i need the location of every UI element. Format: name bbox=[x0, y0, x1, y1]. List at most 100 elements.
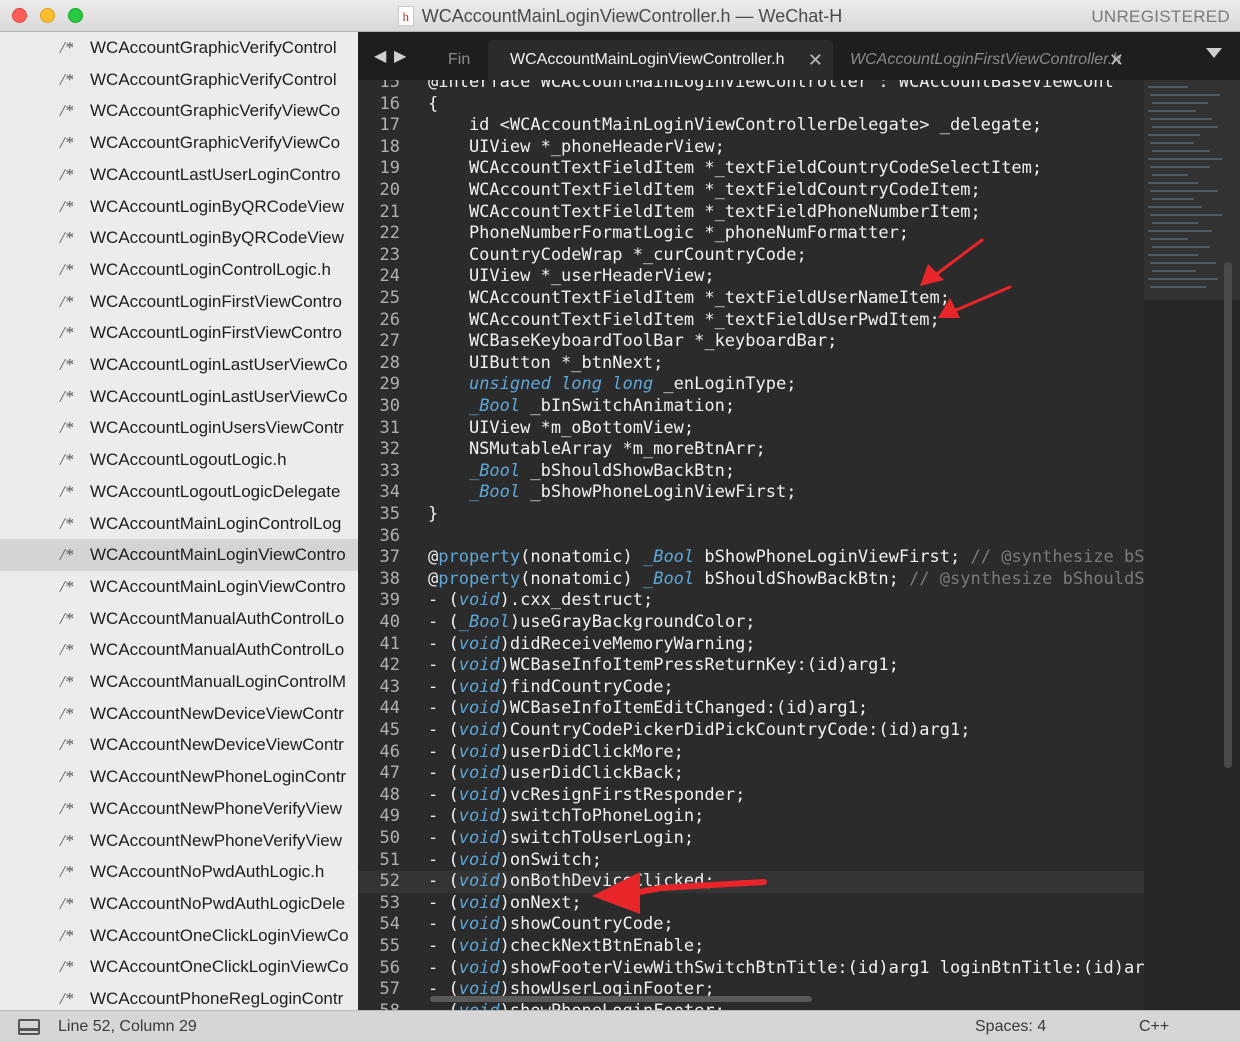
sidebar-file-item[interactable]: /* WCAccountNewPhoneVerifyView bbox=[0, 825, 358, 857]
sidebar-file-item[interactable]: /* WCAccountLogoutLogic.h bbox=[0, 444, 358, 476]
code-text: - (void)WCBaseInfoItemEditChanged:(id)ar… bbox=[428, 698, 868, 720]
code-line[interactable]: 48 - (void)vcResignFirstResponder; bbox=[358, 785, 1144, 807]
file-type-icon: /* bbox=[60, 481, 74, 501]
sidebar-file-item[interactable]: /* WCAccountLoginLastUserViewCo bbox=[0, 381, 358, 413]
code-line[interactable]: 15 @interface WCAccountMainLoginViewContr… bbox=[358, 80, 1144, 94]
vertical-scrollbar[interactable] bbox=[1224, 262, 1232, 768]
code-line[interactable]: 50 - (void)switchToUserLogin; bbox=[358, 828, 1144, 850]
code-line[interactable]: 20 WCAccountTextFieldItem *_textFieldCou… bbox=[358, 180, 1144, 202]
code-line[interactable]: 36 bbox=[358, 526, 1144, 548]
tab-login-first-header[interactable]: WCAccountLoginFirstViewController.h ✕ bbox=[834, 40, 1134, 80]
code-line[interactable]: 26 WCAccountTextFieldItem *_textFieldUse… bbox=[358, 310, 1144, 332]
code-text: - (void)vcResignFirstResponder; bbox=[428, 785, 745, 807]
code-text: - (void)showPhoneLoginFooter; bbox=[428, 1001, 725, 1010]
sidebar-file-item[interactable]: /* WCAccountManualAuthControlLo bbox=[0, 634, 358, 666]
code-line[interactable]: 27 WCBaseKeyboardToolBar *_keyboardBar; bbox=[358, 331, 1144, 353]
code-line[interactable]: 31 UIView *m_oBottomView; bbox=[358, 418, 1144, 440]
code-line[interactable]: 58 - (void)showPhoneLoginFooter; bbox=[358, 1001, 1144, 1010]
code-line[interactable]: 45 - (void)CountryCodePickerDidPickCountr… bbox=[358, 720, 1144, 742]
close-tab-icon[interactable]: ✕ bbox=[1109, 40, 1124, 80]
code-line[interactable]: 23 CountryCodeWrap *_curCountryCode; bbox=[358, 245, 1144, 267]
indentation-setting[interactable]: Spaces: 4 bbox=[975, 1018, 1046, 1036]
sidebar-file-item[interactable]: /* WCAccountMainLoginViewContro bbox=[0, 571, 358, 603]
sidebar-file-item[interactable]: /* WCAccountNewPhoneVerifyView bbox=[0, 793, 358, 825]
minimap-line bbox=[1148, 206, 1202, 208]
sidebar-file-item[interactable]: /* WCAccountManualLoginControlM bbox=[0, 666, 358, 698]
tab-dropdown-icon[interactable] bbox=[1206, 48, 1222, 58]
code-line[interactable]: 51 - (void)onSwitch; bbox=[358, 850, 1144, 872]
code-line[interactable]: 42 - (void)WCBaseInfoItemPressReturnKey:(… bbox=[358, 655, 1144, 677]
sidebar-file-item[interactable]: /* WCAccountGraphicVerifyViewCo bbox=[0, 95, 358, 127]
sidebar-file-item[interactable]: /* WCAccountGraphicVerifyControl bbox=[0, 64, 358, 96]
code-line[interactable]: 40 - (_Bool)useGrayBackgroundColor; bbox=[358, 612, 1144, 634]
code-line[interactable]: 46 - (void)userDidClickMore; bbox=[358, 742, 1144, 764]
horizontal-scrollbar[interactable] bbox=[430, 996, 812, 1002]
code-line[interactable]: 54 - (void)showCountryCode; bbox=[358, 914, 1144, 936]
sidebar-file-item[interactable]: /* WCAccountLoginUsersViewContr bbox=[0, 412, 358, 444]
code-line[interactable]: 25 WCAccountTextFieldItem *_textFieldUse… bbox=[358, 288, 1144, 310]
sidebar-file-item[interactable]: /* WCAccountNewDeviceViewContr bbox=[0, 698, 358, 730]
code-line[interactable]: 55 - (void)checkNextBtnEnable; bbox=[358, 936, 1144, 958]
panel-toggle-icon[interactable] bbox=[18, 1019, 40, 1035]
code-editor[interactable]: 15 @interface WCAccountMainLoginViewContr… bbox=[358, 80, 1144, 1010]
sidebar-file-item[interactable]: /* WCAccountOneClickLoginViewCo bbox=[0, 920, 358, 952]
code-line[interactable]: 49 - (void)switchToPhoneLogin; bbox=[358, 806, 1144, 828]
code-token: - ( bbox=[428, 957, 459, 978]
sidebar-file-item[interactable]: /* WCAccountOneClickLoginViewCo bbox=[0, 951, 358, 983]
code-line[interactable]: 24 UIView *_userHeaderView; bbox=[358, 266, 1144, 288]
code-line[interactable]: 37 @property(nonatomic) _Bool bShowPhoneL… bbox=[358, 547, 1144, 569]
code-line[interactable]: 53 - (void)onNext; bbox=[358, 893, 1144, 915]
sidebar-file-item[interactable]: /* WCAccountManualAuthControlLo bbox=[0, 603, 358, 635]
code-token: _Bool bbox=[468, 482, 521, 503]
sidebar-file-item[interactable]: /* WCAccountNoPwdAuthLogic.h bbox=[0, 856, 358, 888]
sidebar-file-item[interactable]: /* WCAccountLoginFirstViewContro bbox=[0, 317, 358, 349]
code-line[interactable]: 18 UIView *_phoneHeaderView; bbox=[358, 137, 1144, 159]
window-title: WCAccountMainLoginViewController.h — WeC… bbox=[421, 5, 843, 26]
sidebar-file-item[interactable]: /* WCAccountMainLoginControlLog bbox=[0, 508, 358, 540]
sidebar-file-item[interactable]: /* WCAccountNewDeviceViewContr bbox=[0, 729, 358, 761]
sidebar-file-item[interactable]: /* WCAccountLastUserLoginContro bbox=[0, 159, 358, 191]
back-arrow-icon[interactable]: ◀ bbox=[374, 46, 386, 66]
sidebar-file-item[interactable]: /* WCAccountMainLoginViewContro bbox=[0, 539, 358, 571]
sidebar-file-item[interactable]: /* WCAccountLoginControlLogic.h bbox=[0, 254, 358, 286]
sidebar-file-item[interactable]: /* WCAccountPhoneRegLoginContr bbox=[0, 983, 358, 1010]
code-line[interactable]: 19 WCAccountTextFieldItem *_textFieldCou… bbox=[358, 158, 1144, 180]
code-line[interactable]: 39 - (void).cxx_destruct; bbox=[358, 590, 1144, 612]
forward-arrow-icon[interactable]: ▶ bbox=[394, 46, 406, 66]
sidebar-file-item[interactable]: /* WCAccountLoginByQRCodeView bbox=[0, 222, 358, 254]
code-line[interactable]: 33 _Bool _bShouldShowBackBtn; bbox=[358, 461, 1144, 483]
code-line[interactable]: 52 - (void)onBothDeviceClicked; bbox=[358, 871, 1144, 893]
sidebar-file-item[interactable]: /* WCAccountLoginFirstViewContro bbox=[0, 286, 358, 318]
code-line[interactable]: 17 id <WCAccountMainLoginViewControllerD… bbox=[358, 115, 1144, 137]
code-line[interactable]: 43 - (void)findCountryCode; bbox=[358, 677, 1144, 699]
code-line[interactable]: 41 - (void)didReceiveMemoryWarning; bbox=[358, 634, 1144, 656]
syntax-setting[interactable]: C++ bbox=[1139, 1018, 1169, 1036]
code-text: - (void)onBothDeviceClicked; bbox=[428, 871, 715, 893]
sidebar-file-item[interactable]: /* WCAccountGraphicVerifyViewCo bbox=[0, 127, 358, 159]
tab-main-login-header[interactable]: WCAccountMainLoginViewController.h ✕ bbox=[488, 40, 833, 80]
line-number: 53 bbox=[379, 892, 400, 913]
code-line[interactable]: 34 _Bool _bShowPhoneLoginViewFirst; bbox=[358, 482, 1144, 504]
code-line[interactable]: 22 PhoneNumberFormatLogic *_phoneNumForm… bbox=[358, 223, 1144, 245]
code-line[interactable]: 35} bbox=[358, 504, 1144, 526]
file-type-icon: /* bbox=[60, 545, 74, 565]
code-token: )onNext; bbox=[499, 892, 582, 913]
sidebar-file-item[interactable]: /* WCAccountLoginLastUserViewCo bbox=[0, 349, 358, 381]
code-line[interactable]: 44 - (void)WCBaseInfoItemEditChanged:(id)… bbox=[358, 698, 1144, 720]
code-line[interactable]: 32 NSMutableArray *m_moreBtnArr; bbox=[358, 439, 1144, 461]
code-line[interactable]: 30 _Bool _bInSwitchAnimation; bbox=[358, 396, 1144, 418]
sidebar-file-item[interactable]: /* WCAccountLogoutLogicDelegate bbox=[0, 476, 358, 508]
code-line[interactable]: 28 UIButton *_btnNext; bbox=[358, 353, 1144, 375]
sidebar-file-item[interactable]: /* WCAccountNoPwdAuthLogicDele bbox=[0, 888, 358, 920]
sidebar-file-item[interactable]: /* WCAccountNewPhoneLoginContr bbox=[0, 761, 358, 793]
sidebar-file-item[interactable]: /* WCAccountGraphicVerifyControl bbox=[0, 32, 358, 64]
code-line[interactable]: 21 WCAccountTextFieldItem *_textFieldPho… bbox=[358, 202, 1144, 224]
code-line[interactable]: 38 @property(nonatomic) _Bool bShouldShow… bbox=[358, 569, 1144, 591]
close-tab-icon[interactable]: ✕ bbox=[808, 40, 823, 80]
code-line[interactable]: 47 - (void)userDidClickBack; bbox=[358, 763, 1144, 785]
code-line[interactable]: 56 - (void)showFooterViewWithSwitchBtnTit… bbox=[358, 958, 1144, 980]
minimap-line bbox=[1150, 190, 1218, 192]
sidebar-file-item[interactable]: /* WCAccountLoginByQRCodeView bbox=[0, 191, 358, 223]
code-line[interactable]: 29 unsigned long long _enLoginType; bbox=[358, 374, 1144, 396]
code-line[interactable]: 16 { bbox=[358, 94, 1144, 116]
